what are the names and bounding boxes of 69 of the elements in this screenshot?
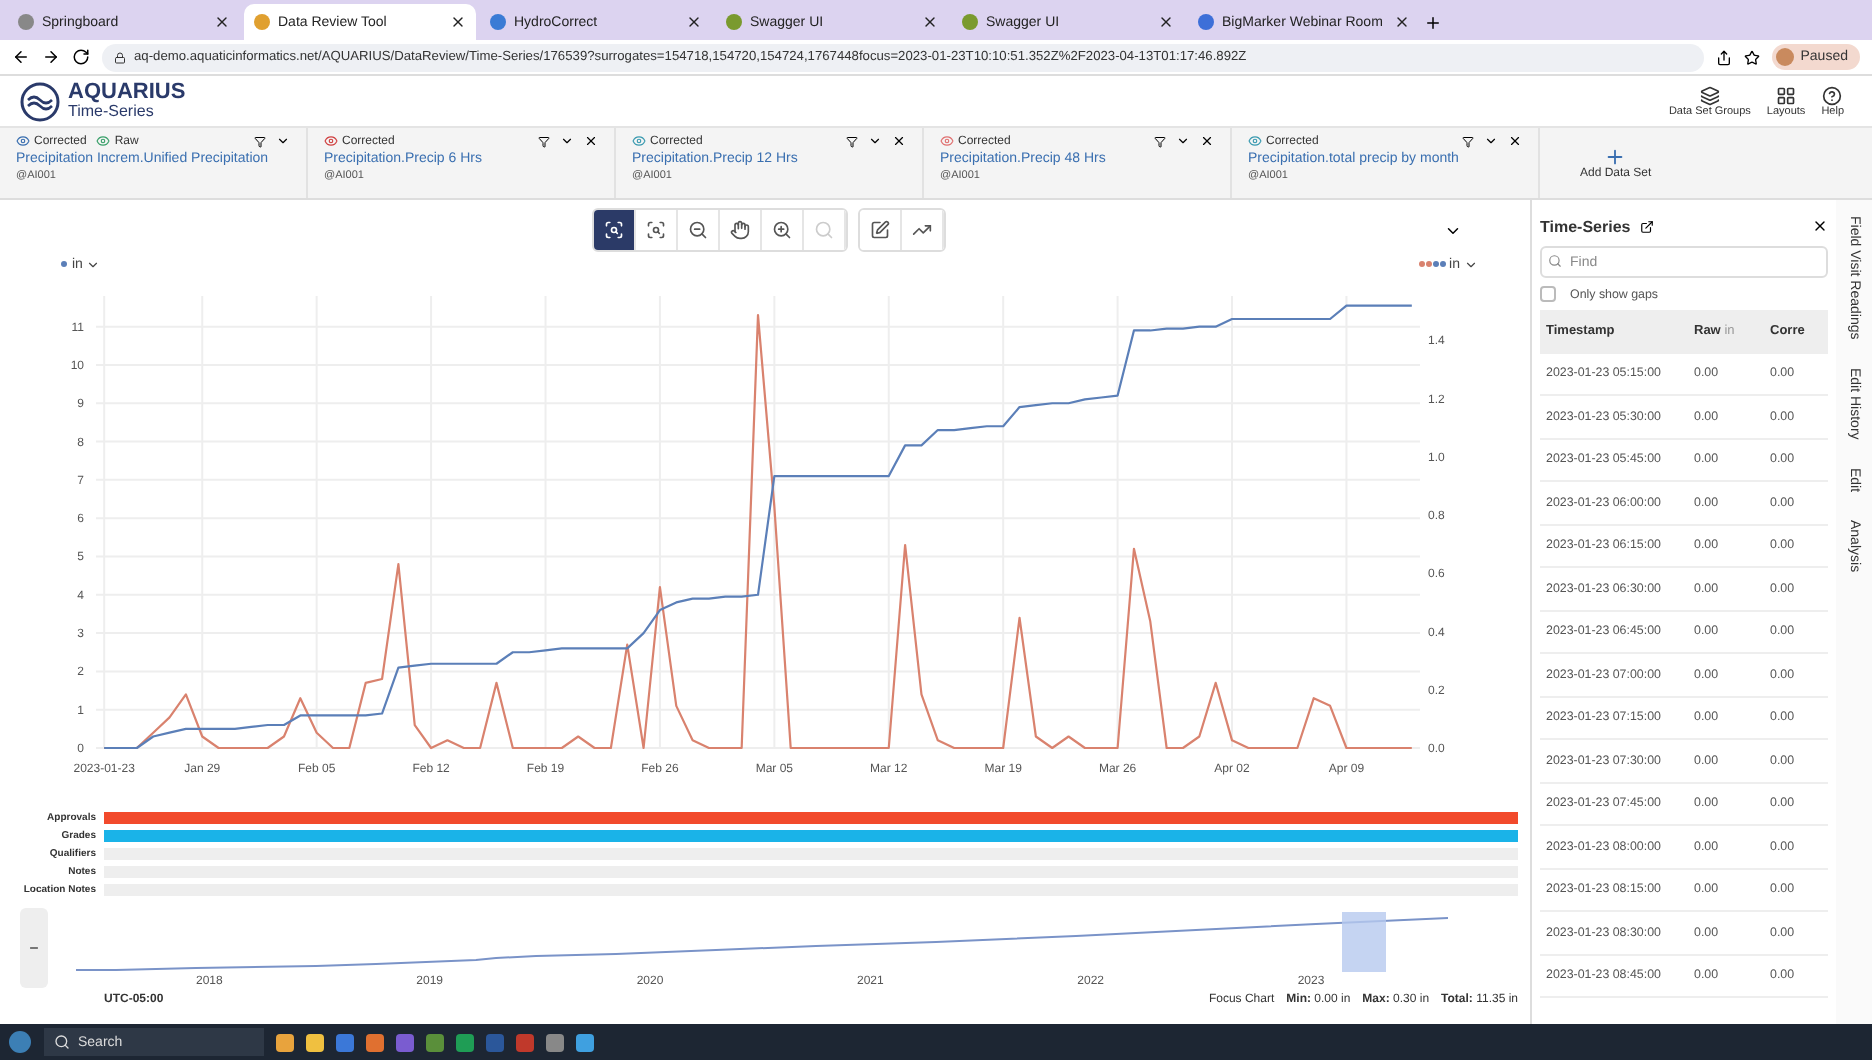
trend-icon: [912, 220, 932, 240]
filter-icon[interactable]: [538, 135, 550, 147]
filter-icon[interactable]: [846, 135, 858, 147]
chevron-icon: [86, 257, 101, 271]
close-icon[interactable]: [1394, 14, 1410, 30]
share-icon[interactable]: [1716, 49, 1733, 65]
site-icon: [1198, 14, 1214, 30]
close-icon[interactable]: [214, 14, 230, 30]
new-tab-icon[interactable]: [1424, 14, 1442, 32]
logo-title: AQUARIUS: [68, 82, 186, 104]
zoom-out-icon: [688, 220, 708, 240]
eye-icon: [1248, 134, 1262, 148]
eye-icon: [16, 134, 30, 148]
drag-handle[interactable]: [20, 908, 48, 988]
legend-icon: [60, 260, 68, 268]
close-icon[interactable]: [1508, 134, 1522, 148]
help-icon: [1822, 85, 1843, 105]
hand-icon: [730, 220, 750, 240]
plus-icon: [1604, 146, 1627, 168]
lock-icon: [114, 51, 126, 63]
filter-icon[interactable]: [254, 135, 266, 147]
eye-icon: [96, 134, 111, 148]
chart-tool[interactable]: [860, 210, 902, 250]
search-icon: [814, 220, 834, 240]
back-icon[interactable]: [12, 48, 30, 66]
search-icon: [54, 1034, 70, 1050]
start-icon[interactable]: [8, 1030, 32, 1054]
chevron-icon: [1464, 257, 1478, 271]
close-icon[interactable]: [450, 14, 466, 30]
chevron-icon[interactable]: [1176, 134, 1190, 148]
eye-icon: [324, 134, 338, 148]
site-icon: [726, 14, 742, 30]
chart-tool[interactable]: [594, 210, 636, 250]
popout-icon[interactable]: [1640, 219, 1655, 233]
zoom-in-icon: [772, 220, 792, 240]
checkbox[interactable]: [1540, 286, 1556, 302]
reload-icon[interactable]: [72, 48, 90, 66]
logo-icon: [20, 81, 60, 121]
chevron-icon[interactable]: [276, 134, 290, 148]
close-icon[interactable]: [892, 134, 906, 148]
edit-icon: [870, 220, 890, 240]
chevron-icon[interactable]: [1484, 134, 1498, 148]
grip-icon: [28, 942, 40, 954]
close-icon[interactable]: [1158, 14, 1174, 30]
filter-icon[interactable]: [1154, 135, 1166, 147]
site-icon: [254, 14, 270, 30]
zoom-icon: [604, 220, 624, 240]
eye-icon: [940, 134, 954, 148]
site-icon: [962, 14, 978, 30]
chevron-icon[interactable]: [560, 134, 574, 148]
close-icon[interactable]: [1812, 218, 1828, 234]
filter-icon[interactable]: [1462, 135, 1474, 147]
legend-icon: [1417, 260, 1446, 268]
logo-subtitle: Time-Series: [68, 104, 154, 120]
site-icon: [18, 14, 34, 30]
grid-icon: [1776, 85, 1797, 105]
close-icon[interactable]: [1200, 134, 1214, 148]
search-icon: [1548, 254, 1562, 268]
star-icon[interactable]: [1744, 49, 1761, 65]
close-icon[interactable]: [922, 14, 938, 30]
zoom-icon: [646, 220, 666, 240]
close-icon[interactable]: [584, 134, 598, 148]
panel-title: Time-Series: [1540, 217, 1631, 235]
close-icon[interactable]: [686, 14, 702, 30]
site-icon: [490, 14, 506, 30]
forward-icon[interactable]: [42, 48, 60, 66]
chevron-icon[interactable]: [868, 134, 882, 148]
layers-icon: [1699, 85, 1720, 105]
eye-icon: [632, 134, 646, 148]
